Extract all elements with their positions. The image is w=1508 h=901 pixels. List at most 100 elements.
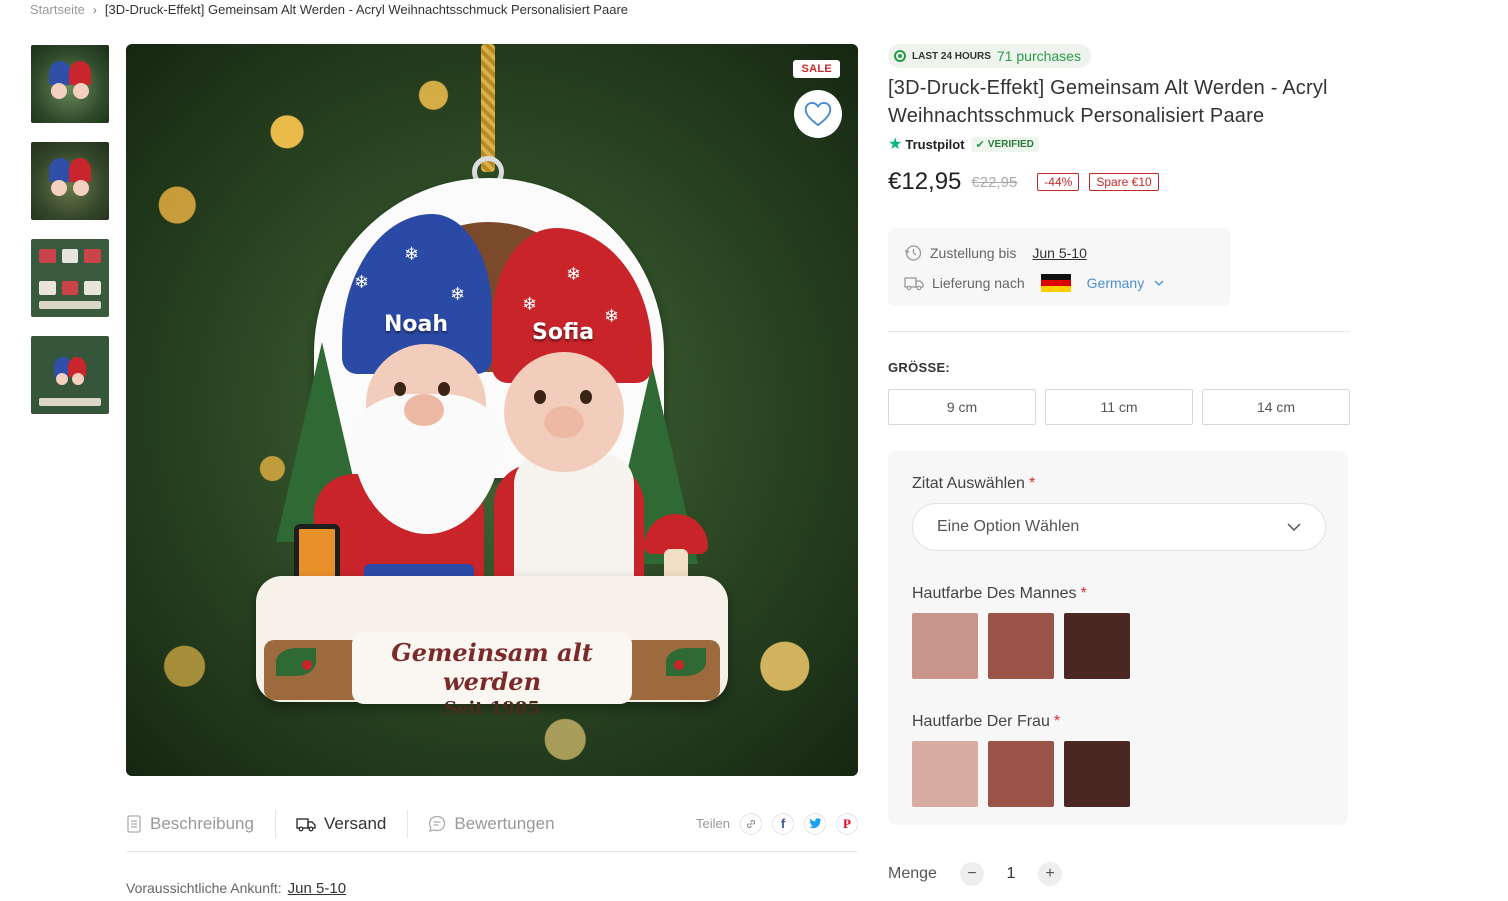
chevron-right-icon: › [92, 2, 97, 17]
facebook-icon: f [780, 816, 786, 831]
required-mark: * [1080, 585, 1087, 602]
ornament-illustration: ❄ ❄ ❄ ❄ ❄ ❄ Noah Sofia Gemeinsam alt wer… [254, 44, 728, 724]
ornament-thumbnail-image [50, 353, 90, 397]
size-option-14cm[interactable]: 14 cm [1202, 389, 1350, 425]
required-mark: * [1053, 713, 1061, 730]
ornament-name-left: Noah [384, 312, 449, 337]
truck-icon [904, 277, 924, 291]
tab-bewertungen[interactable]: Bewertungen [407, 796, 576, 852]
savings-badge: Spare €10 [1089, 173, 1159, 191]
ship-to-label: Lieferung nach [932, 275, 1025, 291]
skin-man-label: Hautfarbe Des Mannes * [912, 585, 1324, 603]
ornament-slogan: Gemeinsam alt werden [391, 638, 593, 696]
estimated-arrival: Voraussichtliche Ankunft: Jun 5-10 [126, 880, 346, 897]
truck-icon [296, 817, 316, 831]
country-selector[interactable]: Germany [1087, 275, 1165, 291]
chat-icon [429, 815, 446, 832]
ornament-year: Seit 1985 [444, 698, 540, 719]
share-section: Teilen f P [696, 812, 858, 835]
skin-woman-swatch-medium[interactable] [988, 741, 1054, 807]
pinterest-icon: P [843, 815, 851, 831]
delivery-date-label: Zustellung bis [930, 245, 1017, 261]
delivery-date-value[interactable]: Jun 5-10 [1032, 245, 1086, 261]
quote-label: Zitat Auswählen * [912, 475, 1324, 493]
personalization-options: Zitat Auswählen * Eine Option Wählen Haut… [888, 451, 1348, 825]
product-title: [3D-Druck-Effekt] Gemeinsam Alt Werden -… [888, 77, 1328, 127]
tab-beschreibung[interactable]: Beschreibung [126, 796, 276, 852]
share-twitter-button[interactable] [804, 812, 826, 835]
twitter-icon [808, 818, 821, 829]
ornament-base-label: Gemeinsam alt werden Seit 1985 [352, 632, 632, 719]
discount-badge: -44% [1037, 173, 1080, 191]
breadcrumb-current: [3D-Druck-Effekt] Gemeinsam Alt Werden -… [104, 2, 629, 17]
quantity-stepper: Menge − 1 + [888, 862, 1062, 886]
thumbnail-4[interactable] [31, 336, 109, 414]
quote-select[interactable]: Eine Option Wählen [912, 503, 1326, 551]
breadcrumb-home-link[interactable]: Startseite [30, 2, 85, 17]
thumbnail-1[interactable] [31, 45, 109, 123]
share-label: Teilen [696, 816, 730, 831]
last-24-hours-label: LAST 24 HOURS [912, 50, 991, 62]
breadcrumb: Startseite › [3D-Druck-Effekt] Gemeinsam… [30, 2, 628, 17]
tab-label: Bewertungen [454, 813, 555, 833]
arrival-date-link[interactable]: Jun 5-10 [288, 880, 346, 897]
document-icon [127, 814, 141, 833]
product-details: LAST 24 HOURS 71 purchases [3D-Druck-Eff… [888, 44, 1350, 825]
link-icon [746, 819, 756, 828]
skin-man-swatch-dark[interactable] [1064, 613, 1130, 679]
ship-to-row: Lieferung nach Germany [904, 270, 1214, 296]
skin-man-swatches [912, 613, 1324, 679]
skin-man-swatch-medium[interactable] [988, 613, 1054, 679]
product-details-thumbnail-image [39, 249, 101, 307]
original-price: €22,95 [971, 173, 1018, 191]
shield-check-icon: ✔ [975, 138, 985, 151]
sale-badge: SALE [793, 60, 840, 78]
trustpilot-badge[interactable]: ★ Trustpilot ✔ VERIFIED [888, 134, 1350, 154]
skin-man-label-text: Hautfarbe Des Mannes [912, 585, 1077, 602]
quantity-increase-button[interactable]: + [1038, 862, 1062, 886]
chevron-down-icon [1154, 280, 1164, 286]
skin-woman-swatch-light[interactable] [912, 741, 978, 807]
size-options: 9 cm 11 cm 14 cm [888, 389, 1350, 425]
quantity-decrease-button[interactable]: − [960, 862, 984, 886]
chevron-down-icon [1287, 523, 1301, 531]
delivery-info: Zustellung bis Jun 5-10 Lieferung nach G… [888, 228, 1230, 306]
thumbnail-list [31, 45, 109, 414]
quote-label-text: Zitat Auswählen [912, 475, 1025, 492]
share-pinterest-button[interactable]: P [836, 812, 858, 835]
tab-label: Beschreibung [150, 813, 254, 833]
share-facebook-button[interactable]: f [772, 812, 794, 835]
quantity-value[interactable]: 1 [1004, 865, 1018, 883]
copy-link-button[interactable] [740, 812, 762, 835]
tab-versand[interactable]: Versand [274, 796, 408, 852]
size-option-9cm[interactable]: 9 cm [888, 389, 1036, 425]
ornament-thumbnail-image [45, 154, 95, 208]
verified-label: VERIFIED [987, 138, 1034, 150]
main-product-image[interactable]: ❄ ❄ ❄ ❄ ❄ ❄ Noah Sofia Gemeinsam alt wer… [126, 44, 858, 776]
thumbnail-3[interactable] [31, 239, 109, 317]
skin-woman-label: Hautfarbe Der Frau * [912, 713, 1324, 731]
heart-icon [804, 101, 832, 127]
wishlist-button[interactable] [794, 90, 842, 138]
recent-purchases-badge: LAST 24 HOURS 71 purchases [888, 44, 1091, 68]
tab-label: Versand [323, 813, 387, 833]
skin-woman-label-text: Hautfarbe Der Frau [912, 713, 1050, 730]
skin-man-swatch-light[interactable] [912, 613, 978, 679]
arrival-label: Voraussichtliche Ankunft: [126, 880, 282, 896]
clock-history-icon [904, 245, 922, 261]
skin-woman-swatches [912, 741, 1324, 807]
trustpilot-star-icon: ★ [888, 136, 903, 153]
germany-flag-icon [1040, 274, 1071, 292]
skin-woman-swatch-dark[interactable] [1064, 741, 1130, 807]
size-label: GRÖSSE: [888, 360, 951, 375]
ornament-name-right: Sofia [532, 320, 595, 345]
product-info-tabs: Beschreibung Versand Bewertungen Teilen … [126, 796, 858, 852]
country-name: Germany [1086, 275, 1145, 291]
thumbnail-2[interactable] [31, 142, 109, 220]
size-option-11cm[interactable]: 11 cm [1045, 389, 1193, 425]
delivery-date-row: Zustellung bis Jun 5-10 [904, 240, 1214, 266]
required-mark: * [1028, 475, 1036, 492]
divider [888, 331, 1350, 332]
purchase-count: 71 purchases [996, 48, 1081, 64]
current-price: €12,95 [888, 168, 962, 195]
